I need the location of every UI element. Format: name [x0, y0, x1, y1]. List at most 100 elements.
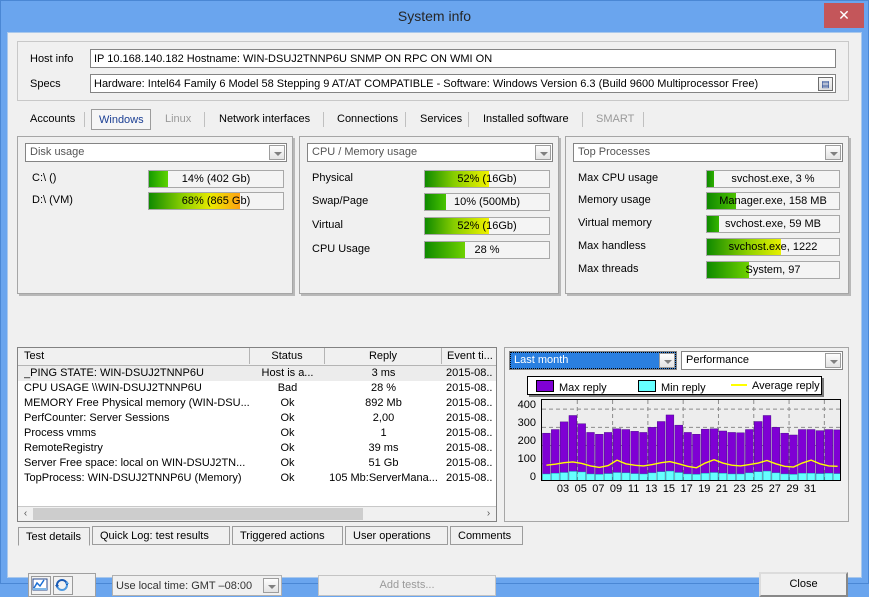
table-horizontal-scrollbar[interactable]: ‹ › — [18, 506, 496, 521]
table-row[interactable]: TopProcess: WIN-DSUJ2TNNP6U (Memory) Ok … — [18, 471, 496, 486]
bar-min-reply — [630, 473, 639, 480]
tab-linux[interactable]: Linux — [158, 109, 205, 130]
scroll-right-arrow-icon[interactable]: › — [481, 507, 496, 521]
process-row-virtual: Virtual memory svchost.exe, 59 MB — [578, 215, 840, 235]
disk-usage-combo-value: Disk usage — [30, 146, 85, 158]
cell-status: Bad — [277, 382, 298, 394]
tab-connections[interactable]: Connections — [330, 109, 406, 130]
table-row[interactable]: Process vmms Ok 1 2015-08.. — [18, 426, 496, 441]
process-row-threads: Max threads System, 97 — [578, 261, 840, 281]
tab-windows[interactable]: Windows — [91, 109, 151, 130]
table-row[interactable]: _PING STATE: WIN-DSUJ2TNNP6U Host is a..… — [18, 366, 496, 381]
bar-max-reply — [639, 432, 648, 480]
bar-min-reply — [551, 473, 560, 480]
cell-status: Ok — [280, 472, 295, 484]
bar-min-reply — [754, 471, 763, 480]
window-title: System info — [397, 8, 472, 24]
column-header-status[interactable]: Status — [250, 348, 325, 364]
cpumem-row-physical: Physical 52% (16Gb) — [312, 170, 550, 190]
table-row[interactable]: CPU USAGE \\WIN-DSUJ2TNNP6U Bad 28 % 201… — [18, 381, 496, 396]
top-processes-combo[interactable]: Top Processes — [573, 143, 843, 162]
bar-min-reply — [639, 473, 648, 480]
chevron-down-icon[interactable] — [263, 578, 279, 593]
cpumem-row-physical-label: Physical — [312, 172, 353, 184]
process-row-handles-bar: svchost.exe, 1222 — [706, 238, 840, 256]
period-select[interactable]: Last month — [509, 351, 677, 370]
cell-test: CPU USAGE \\WIN-DSUJ2TNNP6U — [24, 382, 202, 394]
chevron-down-icon[interactable] — [535, 145, 551, 160]
bar-min-reply — [648, 472, 657, 480]
tab-network-interfaces[interactable]: Network interfaces — [212, 109, 324, 130]
metric-select[interactable]: Performance — [681, 351, 843, 370]
table-row[interactable]: MEMORY Free Physical memory (WIN-DSU... … — [18, 396, 496, 411]
disk-usage-combo[interactable]: Disk usage — [25, 143, 287, 162]
table-row[interactable]: Server Free space: local on WIN-DSUJ2TN.… — [18, 456, 496, 471]
tab-smart[interactable]: SMART — [589, 109, 644, 130]
scroll-left-arrow-icon[interactable]: ‹ — [18, 507, 33, 521]
cell-status: Ok — [280, 442, 295, 454]
cell-test: MEMORY Free Physical memory (WIN-DSU... — [24, 397, 250, 409]
bottom-tab-triggered-actions[interactable]: Triggered actions — [232, 526, 343, 545]
process-row-threads-text: System, 97 — [745, 264, 801, 276]
bar-max-reply — [683, 432, 692, 480]
timezone-select-value: Use local time: GMT –08:00 — [116, 580, 253, 592]
column-header-test[interactable]: Test — [18, 348, 250, 364]
y-tick-0: 0 — [529, 471, 536, 483]
bar-min-reply — [586, 473, 595, 480]
bar-max-reply — [568, 415, 577, 480]
legend-label-min-reply: Min reply — [661, 382, 706, 394]
tab-accounts[interactable]: Accounts — [23, 109, 85, 130]
column-header-reply[interactable]: Reply — [325, 348, 442, 364]
cpumem-row-cpu-label: CPU Usage — [312, 243, 371, 255]
scrollbar-thumb[interactable] — [33, 508, 363, 520]
bottom-tab-comments[interactable]: Comments — [450, 526, 523, 545]
bar-min-reply — [665, 470, 675, 480]
tab-services[interactable]: Services — [413, 109, 469, 130]
bottom-tab-quick-log[interactable]: Quick Log: test results — [92, 526, 230, 545]
cell-reply: 51 Gb — [368, 457, 399, 469]
disk-row-d-text: 68% (865 Gb) — [181, 195, 251, 207]
bar-min-reply — [736, 473, 745, 480]
table-row[interactable]: PerfCounter: Server Sessions Ok 2,00 201… — [18, 411, 496, 426]
monitor-icon[interactable]: ▤ — [818, 77, 833, 91]
chevron-down-icon[interactable] — [269, 145, 285, 160]
column-header-event-time[interactable]: Event ti... — [442, 348, 498, 364]
process-row-memory-label: Memory usage — [578, 194, 651, 206]
cpu-memory-combo[interactable]: CPU / Memory usage — [307, 143, 553, 162]
chart-panel: Last month Performance Max reply Min rep… — [504, 347, 849, 522]
timezone-select[interactable]: Use local time: GMT –08:00 — [112, 575, 282, 596]
tests-table[interactable]: Test Status Reply Event ti... _PING STAT… — [17, 347, 497, 522]
cell-event-time: 2015-08.. — [446, 382, 493, 394]
process-row-max-cpu-text: svchost.exe, 3 % — [731, 173, 815, 185]
add-tests-button[interactable]: Add tests... — [318, 575, 496, 596]
host-info-value: IP 10.168.140.182 Hostname: WIN-DSUJ2TNN… — [90, 49, 836, 68]
table-row[interactable]: RemoteRegistry Ok 39 ms 2015-08.. — [18, 441, 496, 456]
process-row-max-cpu: Max CPU usage svchost.exe, 3 % — [578, 170, 840, 190]
chart-icon[interactable] — [31, 576, 51, 595]
chevron-down-icon[interactable] — [659, 353, 675, 368]
chevron-down-icon[interactable] — [825, 145, 841, 160]
legend-line-icon — [731, 384, 747, 386]
cpu-memory-panel: CPU / Memory usage Physical 52% (16Gb) S… — [299, 136, 559, 294]
bar-min-reply — [789, 474, 798, 480]
tab-installed-software[interactable]: Installed software — [476, 109, 583, 130]
bottom-tab-user-operations[interactable]: User operations — [345, 526, 448, 545]
host-info-group: Host info IP 10.168.140.182 Hostname: WI… — [17, 41, 849, 101]
refresh-icon[interactable] — [53, 576, 73, 595]
chevron-down-icon[interactable] — [825, 353, 841, 368]
cell-reply: 892 Mb — [365, 397, 402, 409]
process-row-threads-bar: System, 97 — [706, 261, 840, 279]
window-close-button[interactable]: ✕ — [824, 3, 864, 28]
cell-status: Ok — [280, 457, 295, 469]
cell-status: Ok — [280, 427, 295, 439]
cpumem-row-swap: Swap/Page 10% (500Mb) — [312, 193, 550, 213]
cell-event-time: 2015-08.. — [446, 457, 493, 469]
process-row-memory: Memory usage Manager.exe, 158 MB — [578, 192, 840, 212]
close-button[interactable]: Close — [759, 572, 848, 597]
cell-test: TopProcess: WIN-DSUJ2TNNP6U (Memory) — [24, 472, 242, 484]
bar-min-reply — [798, 473, 807, 480]
bottom-tab-test-details[interactable]: Test details — [18, 527, 90, 546]
bar-min-reply — [780, 473, 789, 480]
process-row-handles-text: svchost.exe, 1222 — [728, 241, 818, 253]
bar-max-reply — [595, 434, 604, 480]
